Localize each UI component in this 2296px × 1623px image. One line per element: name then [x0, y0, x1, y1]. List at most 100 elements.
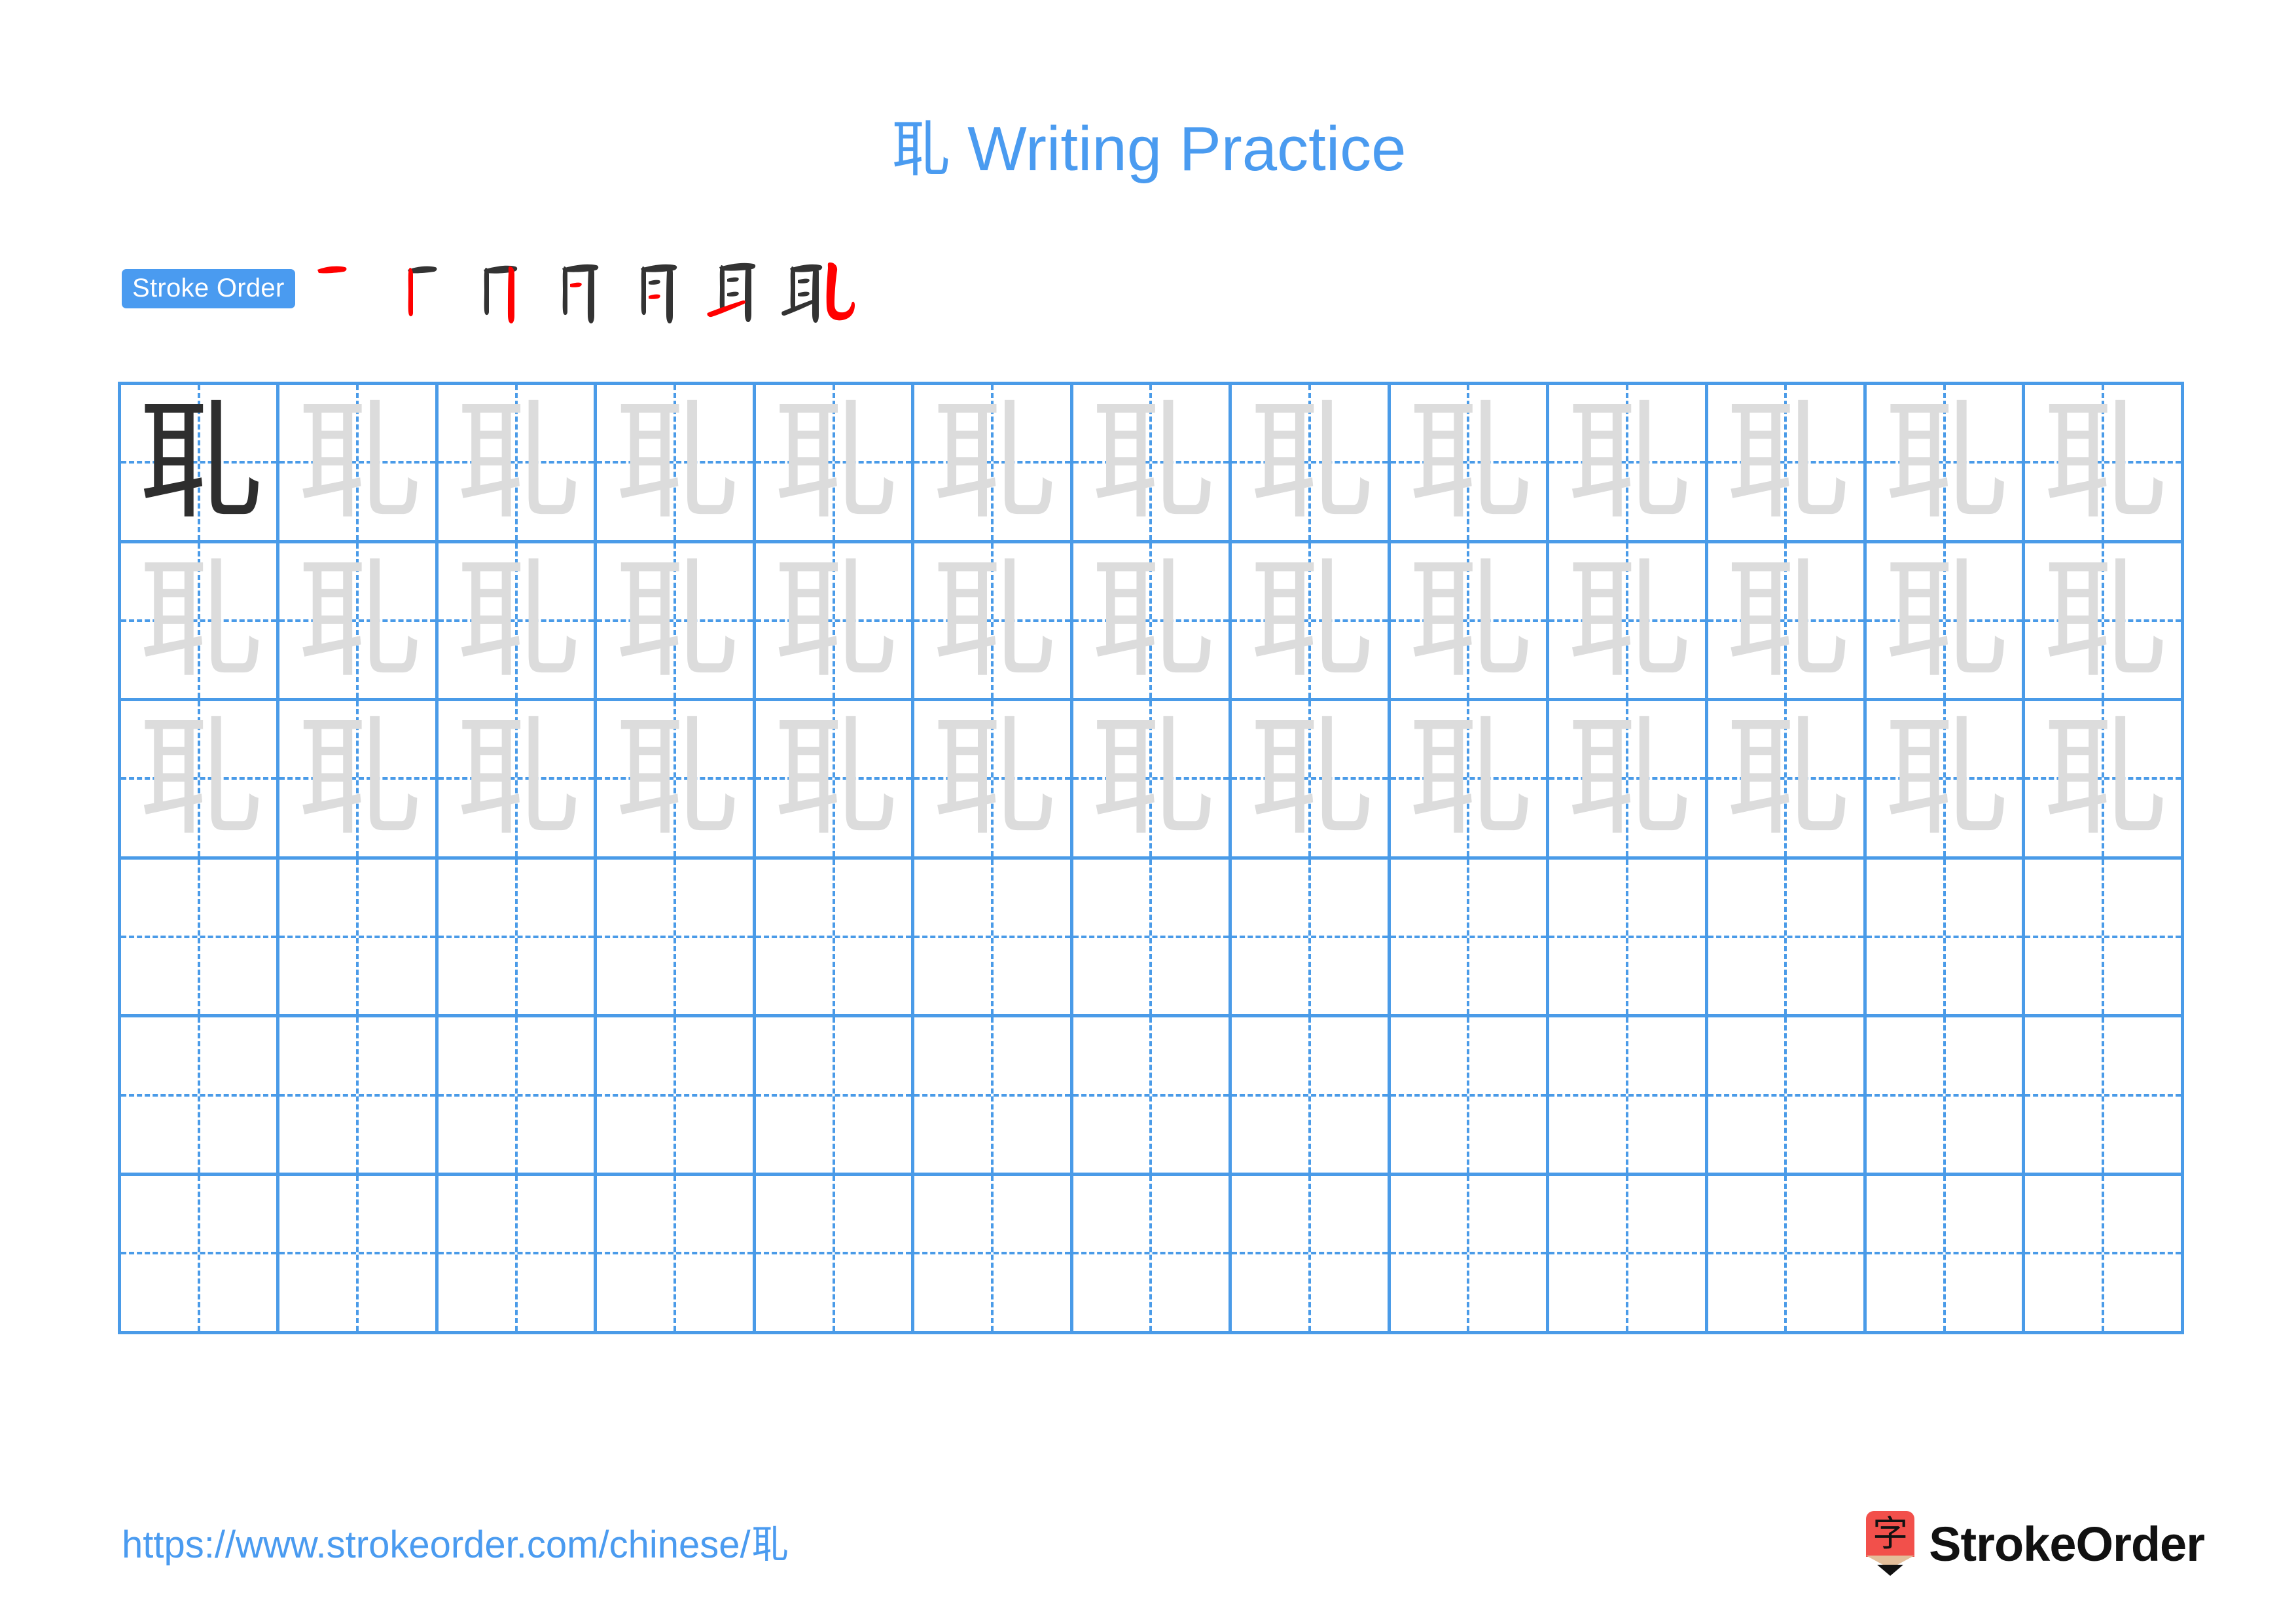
practice-cell-r1-c4[interactable]: 耴 [597, 385, 756, 543]
practice-cell-r3-c8[interactable]: 耴 [1232, 701, 1391, 860]
practice-cell-r4-c10[interactable] [1549, 859, 1708, 1018]
practice-cell-r5-c11[interactable] [1708, 1017, 1867, 1176]
practice-cell-r2-c9[interactable]: 耴 [1390, 543, 1550, 702]
practice-cell-r4-c9[interactable] [1390, 859, 1550, 1018]
practice-cell-r5-c8[interactable] [1232, 1017, 1391, 1176]
footer-url-character: 耴 [750, 1522, 789, 1567]
cell-horizontal-guideline [1708, 1252, 1863, 1255]
practice-cell-r2-c2[interactable]: 耴 [279, 543, 439, 702]
practice-cell-r6-c6[interactable] [914, 1175, 1073, 1334]
practice-cell-r3-c9[interactable]: 耴 [1390, 701, 1550, 860]
practice-cell-r3-c7[interactable]: 耴 [1073, 701, 1232, 860]
practice-cell-r1-c11[interactable]: 耴 [1708, 385, 1867, 543]
practice-cell-r5-c5[interactable] [755, 1017, 915, 1176]
practice-cell-r6-c9[interactable] [1390, 1175, 1550, 1334]
practice-cell-r1-c13[interactable]: 耴 [2025, 385, 2184, 543]
practice-cell-r1-c5[interactable]: 耴 [755, 385, 915, 543]
stroke-step-2 [388, 253, 467, 325]
practice-cell-r6-c7[interactable] [1073, 1175, 1232, 1334]
trace-character: 耴 [769, 704, 898, 854]
practice-cell-r1-c2[interactable]: 耴 [279, 385, 439, 543]
practice-cell-r1-c9[interactable]: 耴 [1390, 385, 1550, 543]
practice-cell-r1-c3[interactable]: 耴 [438, 385, 598, 543]
cell-horizontal-guideline [1073, 936, 1229, 939]
practice-cell-r3-c3[interactable]: 耴 [438, 701, 598, 860]
practice-cell-r3-c2[interactable]: 耴 [279, 701, 439, 860]
practice-cell-r1-c6[interactable]: 耴 [914, 385, 1073, 543]
practice-cell-r5-c3[interactable] [438, 1017, 598, 1176]
practice-cell-r2-c8[interactable]: 耴 [1232, 543, 1391, 702]
practice-cell-r6-c12[interactable] [1866, 1175, 2026, 1334]
practice-cell-r1-c12[interactable]: 耴 [1866, 385, 2026, 543]
practice-cell-r5-c6[interactable] [914, 1017, 1073, 1176]
practice-cell-r3-c5[interactable]: 耴 [755, 701, 915, 860]
practice-cell-r4-c12[interactable] [1866, 859, 2026, 1018]
practice-cell-r4-c6[interactable] [914, 859, 1073, 1018]
stroke-step-1 [310, 253, 388, 325]
practice-cell-r3-c12[interactable]: 耴 [1866, 701, 2026, 860]
practice-cell-r2-c7[interactable]: 耴 [1073, 543, 1232, 702]
practice-cell-r5-c1[interactable] [121, 1017, 280, 1176]
practice-cell-r2-c12[interactable]: 耴 [1866, 543, 2026, 702]
trace-character: 耴 [452, 704, 581, 854]
cell-horizontal-guideline [1549, 936, 1705, 939]
practice-cell-r5-c13[interactable] [2025, 1017, 2184, 1176]
practice-cell-r4-c8[interactable] [1232, 859, 1391, 1018]
trace-character: 耴 [611, 545, 740, 695]
trace-character: 耴 [1086, 545, 1215, 695]
footer-logo[interactable]: 字 StrokeOrder [1866, 1510, 2205, 1578]
stroke-order-section: Stroke Order [122, 253, 859, 325]
cell-horizontal-guideline [2025, 936, 2181, 939]
practice-cell-r6-c8[interactable] [1232, 1175, 1391, 1334]
practice-cell-r2-c10[interactable]: 耴 [1549, 543, 1708, 702]
practice-cell-r4-c7[interactable] [1073, 859, 1232, 1018]
cell-horizontal-guideline [438, 1093, 594, 1097]
practice-cell-r4-c1[interactable] [121, 859, 280, 1018]
practice-cell-r1-c8[interactable]: 耴 [1232, 385, 1391, 543]
cell-horizontal-guideline [755, 1252, 912, 1255]
practice-cell-r2-c4[interactable]: 耴 [597, 543, 756, 702]
trace-character: 耴 [1404, 545, 1533, 695]
practice-cell-r1-c7[interactable]: 耴 [1073, 385, 1232, 543]
practice-cell-r3-c11[interactable]: 耴 [1708, 701, 1867, 860]
practice-cell-r5-c2[interactable] [279, 1017, 439, 1176]
practice-cell-r6-c4[interactable] [597, 1175, 756, 1334]
practice-cell-r6-c11[interactable] [1708, 1175, 1867, 1334]
practice-cell-r5-c7[interactable] [1073, 1017, 1232, 1176]
practice-cell-r4-c3[interactable] [438, 859, 598, 1018]
footer-url[interactable]: https://www.strokeorder.com/chinese/耴 [122, 1521, 789, 1569]
practice-cell-r4-c13[interactable] [2025, 859, 2184, 1018]
practice-cell-r2-c3[interactable]: 耴 [438, 543, 598, 702]
practice-cell-r2-c13[interactable]: 耴 [2025, 543, 2184, 702]
practice-cell-r6-c13[interactable] [2025, 1175, 2184, 1334]
practice-cell-r2-c1[interactable]: 耴 [121, 543, 280, 702]
practice-cell-r4-c11[interactable] [1708, 859, 1867, 1018]
practice-cell-r3-c6[interactable]: 耴 [914, 701, 1073, 860]
practice-cell-r6-c1[interactable] [121, 1175, 280, 1334]
practice-cell-r1-c10[interactable]: 耴 [1549, 385, 1708, 543]
practice-cell-r3-c13[interactable]: 耴 [2025, 701, 2184, 860]
practice-cell-r6-c5[interactable] [755, 1175, 915, 1334]
practice-cell-r5-c9[interactable] [1390, 1017, 1550, 1176]
page-title-text: Writing Practice [950, 114, 1407, 184]
practice-cell-r6-c2[interactable] [279, 1175, 439, 1334]
practice-cell-r4-c5[interactable] [755, 859, 915, 1018]
practice-cell-r5-c10[interactable] [1549, 1017, 1708, 1176]
practice-cell-r6-c10[interactable] [1549, 1175, 1708, 1334]
pencil-logo-icon: 字 [1866, 1511, 1915, 1577]
practice-cell-r4-c4[interactable] [597, 859, 756, 1018]
practice-cell-r2-c6[interactable]: 耴 [914, 543, 1073, 702]
practice-cell-r2-c11[interactable]: 耴 [1708, 543, 1867, 702]
trace-character: 耴 [1880, 388, 2009, 538]
practice-cell-r3-c1[interactable]: 耴 [121, 701, 280, 860]
practice-cell-r5-c4[interactable] [597, 1017, 756, 1176]
practice-cell-r3-c4[interactable]: 耴 [597, 701, 756, 860]
practice-cell-r5-c12[interactable] [1866, 1017, 2026, 1176]
practice-cell-r4-c2[interactable] [279, 859, 439, 1018]
practice-cell-r2-c5[interactable]: 耴 [755, 543, 915, 702]
practice-cell-r6-c3[interactable] [438, 1175, 598, 1334]
stroke-order-badge: Stroke Order [122, 269, 295, 308]
practice-cell-r3-c10[interactable]: 耴 [1549, 701, 1708, 860]
cell-horizontal-guideline [1073, 1252, 1229, 1255]
practice-cell-r1-c1[interactable]: 耴 [121, 385, 280, 543]
